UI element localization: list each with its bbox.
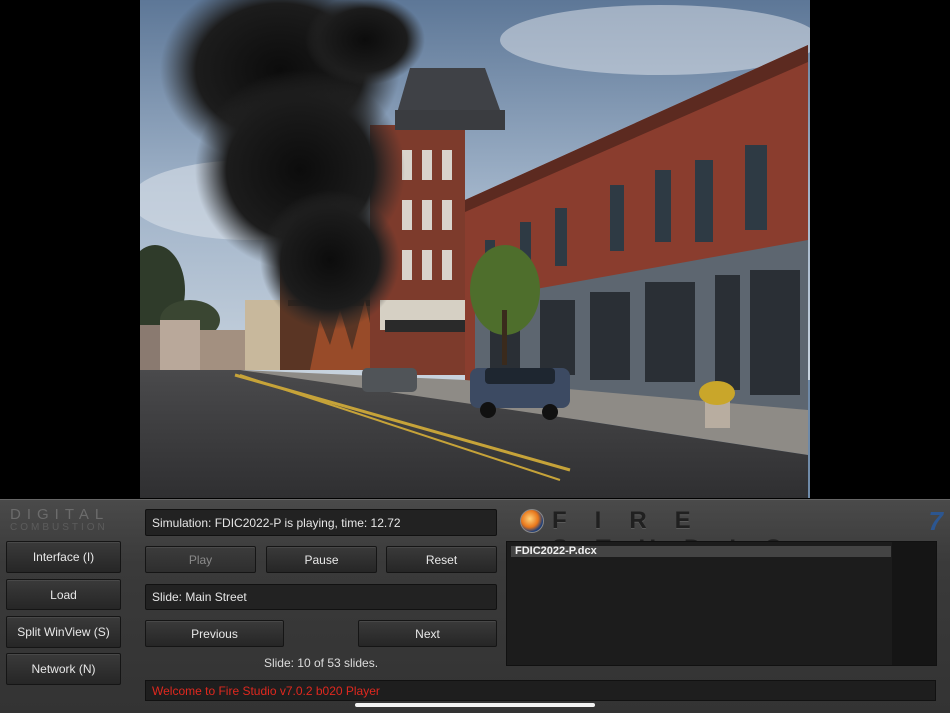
next-button[interactable]: Next [358, 620, 497, 647]
home-indicator[interactable] [355, 703, 595, 707]
play-button[interactable]: Play [145, 546, 256, 573]
version-mark: 7 [928, 506, 943, 536]
list-item[interactable]: FDIC2022-P.dcx [511, 546, 891, 557]
pause-button[interactable]: Pause [266, 546, 377, 573]
interface-button[interactable]: Interface (I) [6, 541, 121, 573]
reset-button[interactable]: Reset [386, 546, 497, 573]
file-list-scrollbar[interactable] [892, 542, 936, 665]
fire-studio-header: FIRE STUDIO 7 [520, 506, 945, 562]
simulation-viewport[interactable] [140, 0, 810, 498]
fire-studio-logo-icon [520, 509, 544, 533]
previous-button[interactable]: Previous [145, 620, 284, 647]
slide-name-field: Slide: Main Street [145, 584, 497, 610]
fire-studio-title: FIRE STUDIO [552, 507, 783, 562]
welcome-message: Welcome to Fire Studio v7.0.2 b020 Playe… [145, 680, 936, 701]
network-button[interactable]: Network (N) [6, 653, 121, 685]
simulation-status-field: Simulation: FDIC2022-P is playing, time:… [145, 509, 497, 536]
brand-digital-text: DIGITAL [10, 506, 110, 523]
load-button[interactable]: Load [6, 579, 121, 610]
brand-combustion-text: COMBUSTION [10, 522, 108, 533]
street-scene-image [140, 0, 810, 498]
split-winview-button[interactable]: Split WinView (S) [6, 616, 121, 648]
slide-count-text: Slide: 10 of 53 slides. [263, 656, 379, 670]
file-list[interactable]: FDIC2022-P.dcx [506, 541, 937, 666]
